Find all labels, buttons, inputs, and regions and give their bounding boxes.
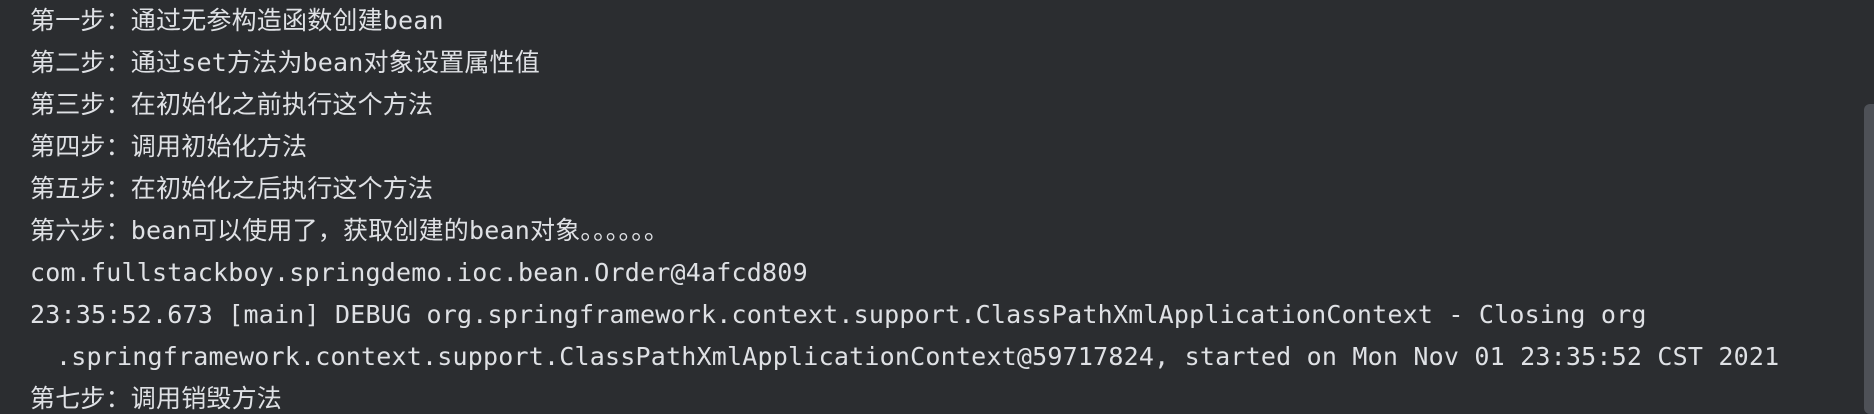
console-line: 23:35:52.673 [main] DEBUG org.springfram… bbox=[30, 300, 1647, 329]
console-line: com.fullstackboy.springdemo.ioc.bean.Ord… bbox=[30, 258, 808, 287]
console-line: 第四步：调用初始化方法 bbox=[30, 132, 308, 161]
console-line: 第一步：通过无参构造函数创建bean bbox=[30, 6, 444, 35]
console-output: 第一步：通过无参构造函数创建bean 第二步：通过set方法为bean对象设置属… bbox=[0, 0, 1874, 414]
console-line: 第五步：在初始化之后执行这个方法 bbox=[30, 174, 434, 203]
console-line: 第七步：调用销毁方法 bbox=[30, 384, 283, 413]
console-line: 第二步：通过set方法为bean对象设置属性值 bbox=[30, 48, 540, 77]
console-line: 第三步：在初始化之前执行这个方法 bbox=[30, 90, 434, 119]
console-line-continuation: .springframework.context.support.ClassPa… bbox=[56, 342, 1780, 371]
vertical-scrollbar[interactable] bbox=[1864, 104, 1874, 414]
console-line: 第六步：bean可以使用了，获取创建的bean对象。。。。。。 bbox=[30, 216, 670, 245]
